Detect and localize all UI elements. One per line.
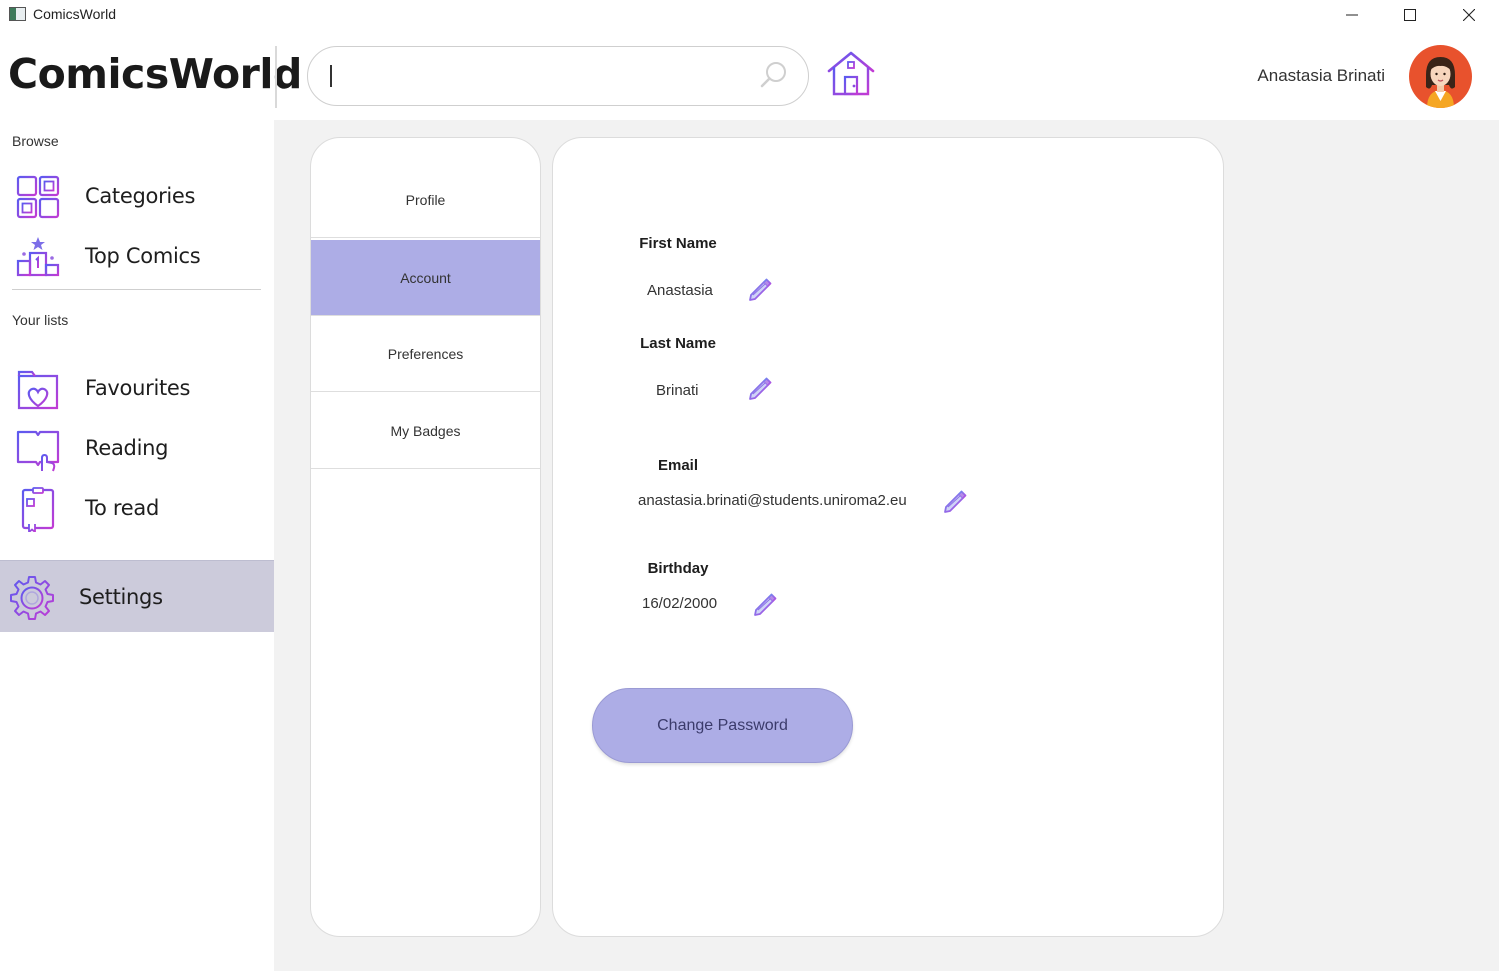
browse-section-label: Browse xyxy=(12,133,59,149)
tab-account[interactable]: Account xyxy=(311,240,540,316)
avatar[interactable] xyxy=(1409,45,1472,108)
your-lists-section-label: Your lists xyxy=(12,312,69,328)
maximize-icon xyxy=(1404,9,1416,21)
change-password-button[interactable]: Change Password xyxy=(592,688,853,763)
window-titlebar: ComicsWorld xyxy=(0,0,1499,30)
first-name-value: Anastasia xyxy=(647,282,713,299)
brand-logo-text[interactable]: ComicsWorld xyxy=(8,50,302,98)
sidebar-item-label: Settings xyxy=(79,585,163,609)
sidebar-item-categories[interactable]: Categories xyxy=(0,167,274,225)
last-name-label: Last Name xyxy=(640,335,716,352)
sidebar-item-to-read[interactable]: To read xyxy=(0,479,274,537)
sidebar-divider xyxy=(12,289,261,290)
tab-profile[interactable]: Profile xyxy=(311,162,540,238)
open-book-icon xyxy=(16,430,60,472)
text-caret xyxy=(330,65,332,87)
edit-pencil-icon[interactable] xyxy=(752,591,778,617)
categories-icon xyxy=(16,175,60,219)
app-icon xyxy=(9,7,26,21)
tab-my-badges[interactable]: My Badges xyxy=(311,393,540,469)
email-label: Email xyxy=(657,457,699,474)
close-icon xyxy=(1463,9,1475,21)
notebook-icon xyxy=(21,487,55,532)
sidebar-item-label: Reading xyxy=(85,436,169,460)
sidebar: Browse Categories Top Comics Your lists … xyxy=(0,120,274,971)
user-avatar-icon xyxy=(1426,57,1455,108)
birthday-label: Birthday xyxy=(647,560,709,577)
sidebar-item-settings[interactable]: Settings xyxy=(0,560,274,632)
sidebar-item-label: To read xyxy=(85,496,159,520)
birthday-value: 16/02/2000 xyxy=(642,595,718,612)
close-button[interactable] xyxy=(1440,0,1498,30)
edit-pencil-icon[interactable] xyxy=(942,488,968,514)
edit-pencil-icon[interactable] xyxy=(747,276,773,302)
first-name-label: First Name xyxy=(639,235,717,252)
settings-tabs-panel: Profile Account Preferences My Badges xyxy=(310,137,541,937)
gear-icon xyxy=(10,576,54,620)
sidebar-item-favourites[interactable]: Favourites xyxy=(0,359,274,417)
home-icon[interactable] xyxy=(824,48,878,102)
search-input[interactable] xyxy=(307,46,809,106)
sidebar-item-label: Favourites xyxy=(85,376,191,400)
window-title: ComicsWorld xyxy=(33,6,116,22)
heart-folder-icon xyxy=(17,370,59,410)
search-icon[interactable] xyxy=(759,60,789,90)
podium-icon xyxy=(16,237,60,279)
account-settings-panel: First Name Anastasia Last Name Brinati E… xyxy=(552,137,1224,937)
user-name[interactable]: Anastasia Brinati xyxy=(1230,66,1385,86)
settings-main-area: Profile Account Preferences My Badges Fi… xyxy=(274,120,1499,971)
sidebar-item-label: Categories xyxy=(85,184,196,208)
sidebar-item-label: Top Comics xyxy=(85,244,201,268)
minimize-icon xyxy=(1346,14,1358,16)
maximize-button[interactable] xyxy=(1381,0,1439,30)
sidebar-item-top-comics[interactable]: Top Comics xyxy=(0,227,274,285)
edit-pencil-icon[interactable] xyxy=(747,375,773,401)
tab-preferences[interactable]: Preferences xyxy=(311,316,540,392)
email-value: anastasia.brinati@students.uniroma2.eu xyxy=(638,492,907,509)
minimize-button[interactable] xyxy=(1323,0,1381,30)
sidebar-item-reading[interactable]: Reading xyxy=(0,419,274,477)
header-divider xyxy=(275,46,277,108)
last-name-value: Brinati xyxy=(656,382,699,399)
